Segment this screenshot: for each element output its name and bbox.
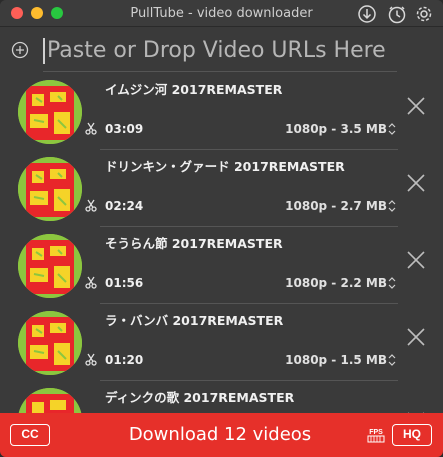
video-row[interactable]: ラ・バンバ 2017REMASTER 01:20 1080p - 1.5 MB <box>0 303 443 381</box>
quality-selector[interactable]: 1080p - 2.7 MB <box>285 199 387 213</box>
video-title: そうらん節 2017REMASTER <box>105 236 283 251</box>
video-duration: 03:09 <box>105 122 144 136</box>
url-input[interactable] <box>47 34 427 66</box>
scissors-icon[interactable] <box>84 198 98 212</box>
video-title: ラ・バンバ 2017REMASTER <box>105 313 284 328</box>
video-row[interactable]: ドリンキン・グァード 2017REMASTER 02:24 1080p - 2.… <box>0 149 443 227</box>
quality-selector[interactable]: 1080p - 1.5 MB <box>285 353 387 367</box>
download-circle-icon[interactable] <box>357 4 377 24</box>
close-icon[interactable] <box>405 249 427 271</box>
clock-icon[interactable] <box>387 4 407 24</box>
scissors-icon[interactable] <box>84 352 98 366</box>
video-title: ディンクの歌 2017REMASTER <box>105 390 295 405</box>
close-icon[interactable] <box>405 95 427 117</box>
fps-icon[interactable]: FPS <box>366 425 386 445</box>
scissors-icon[interactable] <box>84 121 98 135</box>
video-row[interactable]: ディンクの歌 2017REMASTER <box>0 380 443 413</box>
url-bar <box>0 28 443 72</box>
quality-selector[interactable]: 1080p - 3.5 MB <box>285 122 387 136</box>
video-row[interactable]: そうらん節 2017REMASTER 01:56 1080p - 2.2 MB <box>0 226 443 304</box>
cc-button[interactable]: CC <box>10 424 50 446</box>
video-row[interactable]: イムジン河 2017REMASTER 03:09 1080p - 3.5 MB <box>0 72 443 150</box>
close-icon[interactable] <box>405 172 427 194</box>
app-window: PullTube - video downloader イムジン河 <box>0 0 443 457</box>
chevron-updown-icon[interactable] <box>387 276 397 290</box>
video-thumbnail <box>18 388 82 413</box>
scissors-icon[interactable] <box>84 275 98 289</box>
title-bar: PullTube - video downloader <box>0 0 443 27</box>
video-list[interactable]: イムジン河 2017REMASTER 03:09 1080p - 3.5 MB … <box>0 72 443 413</box>
plus-circle-icon[interactable] <box>11 41 29 59</box>
video-duration: 02:24 <box>105 199 144 213</box>
chevron-updown-icon[interactable] <box>387 122 397 136</box>
scrollbar[interactable] <box>434 72 440 413</box>
video-thumbnail <box>18 157 82 221</box>
video-thumbnail <box>18 311 82 375</box>
download-button[interactable]: Download 12 videos <box>90 421 350 449</box>
bottom-bar: CC Download 12 videos FPS HQ <box>0 413 443 457</box>
hq-button[interactable]: HQ <box>392 424 432 446</box>
gear-icon[interactable] <box>414 4 434 24</box>
fps-label: FPS <box>369 429 383 436</box>
video-title: イムジン河 2017REMASTER <box>105 82 283 97</box>
video-thumbnail <box>18 80 82 144</box>
close-icon[interactable] <box>405 326 427 348</box>
video-title: ドリンキン・グァード 2017REMASTER <box>105 159 345 174</box>
text-cursor <box>43 38 45 64</box>
video-duration: 01:20 <box>105 353 144 367</box>
chevron-updown-icon[interactable] <box>387 199 397 213</box>
video-thumbnail <box>18 234 82 298</box>
video-duration: 01:56 <box>105 276 144 290</box>
quality-selector[interactable]: 1080p - 2.2 MB <box>285 276 387 290</box>
chevron-updown-icon[interactable] <box>387 353 397 367</box>
